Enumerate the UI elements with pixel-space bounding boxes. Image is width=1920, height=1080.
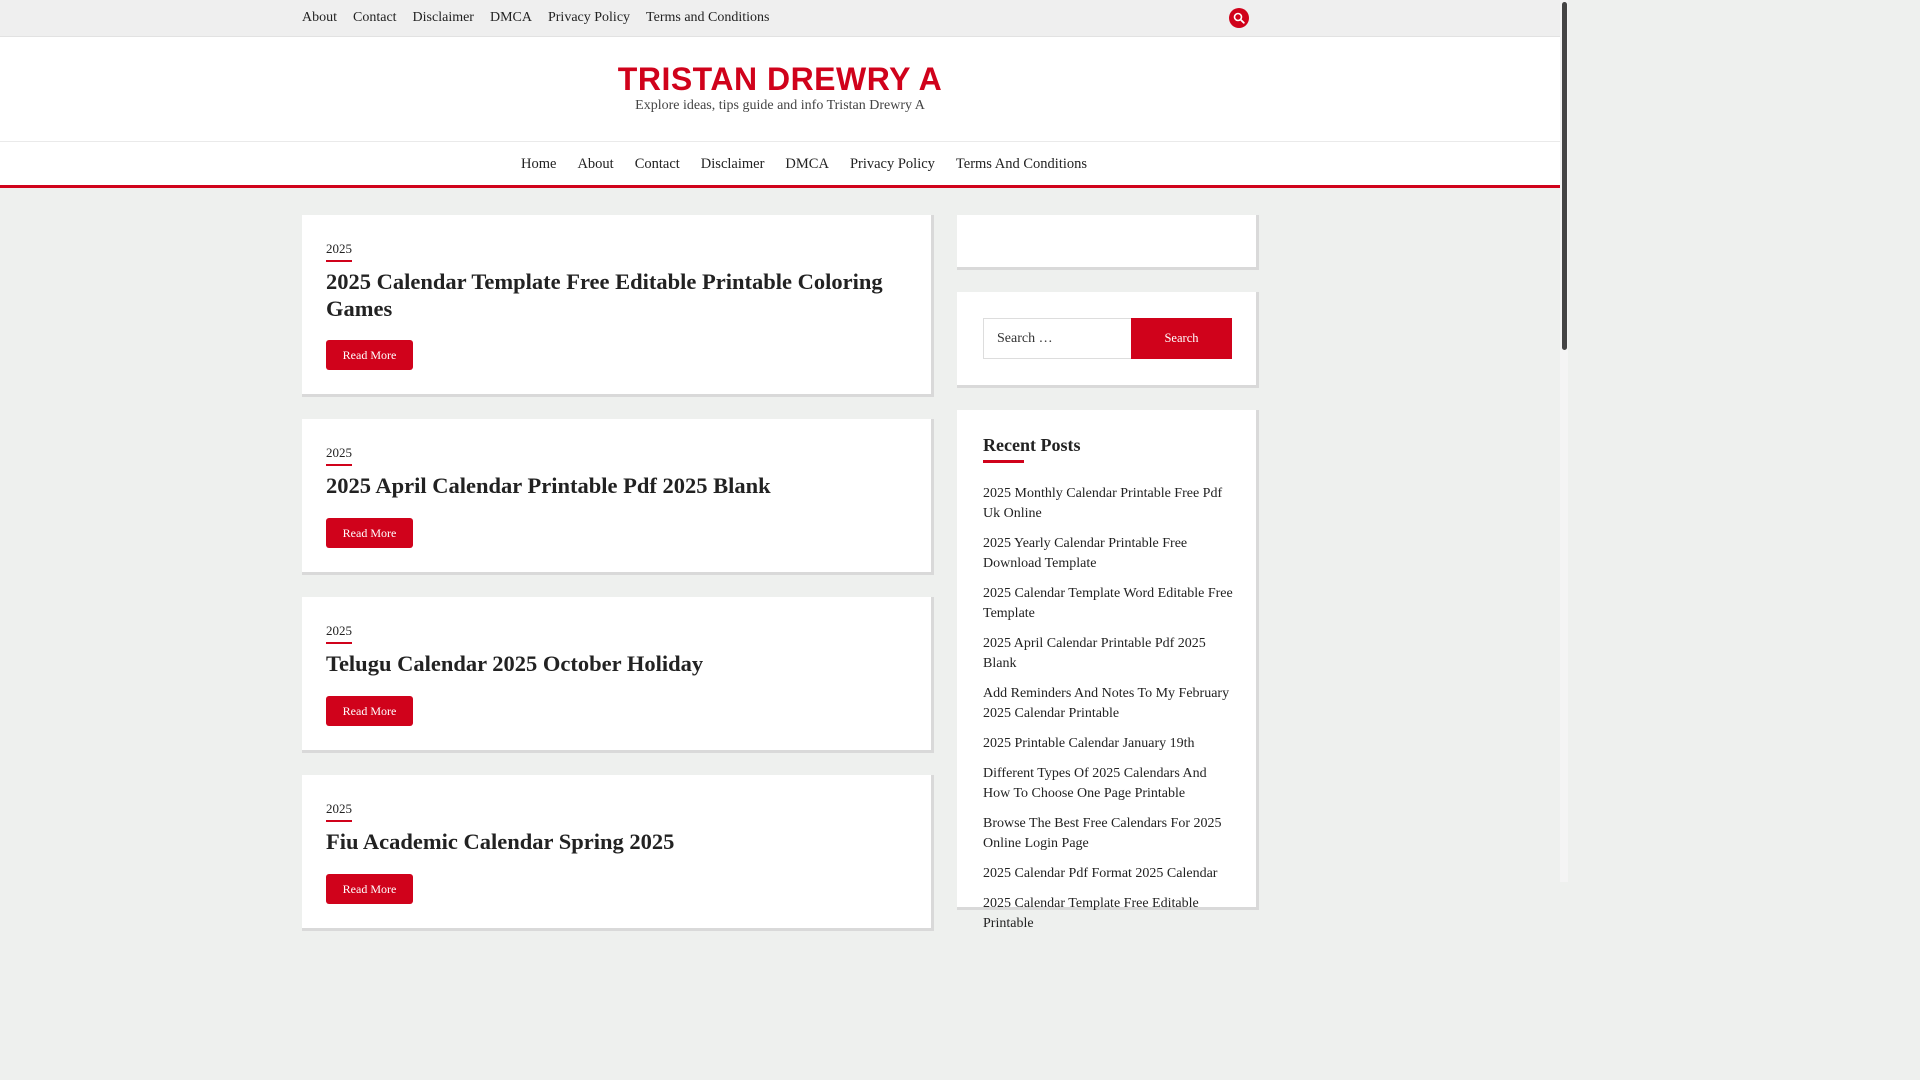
recent-post-link[interactable]: Add Reminders And Notes To My February 2… (983, 686, 1229, 721)
search-toggle-button[interactable] (1229, 8, 1249, 28)
recent-post-link[interactable]: 2025 Yearly Calendar Printable Free Down… (983, 536, 1187, 571)
search-icon (1233, 12, 1245, 24)
recent-post-link[interactable]: 2025 April Calendar Printable Pdf 2025 B… (983, 636, 1206, 671)
post-title[interactable]: 2025 Calendar Template Free Editable Pri… (326, 268, 891, 322)
top-nav-disclaimer[interactable]: Disclaimer (413, 10, 474, 26)
nav-dmca[interactable]: DMCA (785, 156, 829, 173)
top-nav: About Contact Disclaimer DMCA Privacy Po… (302, 10, 770, 26)
post-category[interactable]: 2025 (326, 445, 352, 466)
top-nav-terms[interactable]: Terms and Conditions (646, 10, 769, 26)
site-title[interactable]: TRISTAN DREWRY A (0, 61, 1560, 98)
recent-post-link[interactable]: 2025 Calendar Pdf Format 2025 Calendar (983, 866, 1217, 881)
empty-widget (957, 215, 1259, 270)
nav-terms[interactable]: Terms And Conditions (956, 156, 1087, 173)
post-card: 2025 2025 Calendar Template Free Editabl… (302, 215, 934, 397)
recent-post-link[interactable]: 2025 Calendar Template Word Editable Fre… (983, 586, 1233, 621)
recent-post-link[interactable]: 2025 Calendar Template Free Editable Pri… (983, 896, 1199, 931)
nav-about[interactable]: About (577, 156, 613, 173)
read-more-button[interactable]: Read More (326, 518, 413, 548)
post-title[interactable]: Telugu Calendar 2025 October Holiday (326, 650, 891, 677)
site-tagline: Explore ideas, tips guide and info Trist… (635, 98, 925, 113)
post-card: 2025 2025 April Calendar Printable Pdf 2… (302, 419, 934, 575)
top-nav-about[interactable]: About (302, 10, 337, 26)
post-category[interactable]: 2025 (326, 623, 352, 644)
post-category[interactable]: 2025 (326, 801, 352, 822)
nav-home[interactable]: Home (521, 156, 556, 173)
nav-privacy-policy[interactable]: Privacy Policy (850, 156, 935, 173)
read-more-button[interactable]: Read More (326, 874, 413, 904)
site-header: TRISTAN DREWRY A Explore ideas, tips gui… (0, 37, 1560, 141)
top-nav-dmca[interactable]: DMCA (490, 10, 532, 26)
post-title[interactable]: 2025 April Calendar Printable Pdf 2025 B… (326, 472, 891, 499)
search-input[interactable]: Search … (983, 318, 1132, 359)
top-bar: About Contact Disclaimer DMCA Privacy Po… (0, 0, 1560, 37)
recent-post-link[interactable]: Browse The Best Free Calendars For 2025 … (983, 816, 1221, 851)
top-nav-contact[interactable]: Contact (353, 10, 397, 26)
post-title[interactable]: Fiu Academic Calendar Spring 2025 (326, 828, 891, 855)
read-more-button[interactable]: Read More (326, 340, 413, 370)
search-button[interactable]: Search (1131, 318, 1232, 359)
post-card: 2025 Telugu Calendar 2025 October Holida… (302, 597, 934, 753)
nav-contact[interactable]: Contact (635, 156, 680, 173)
recent-posts-widget: Recent Posts 2025 Monthly Calendar Print… (957, 410, 1259, 931)
recent-post-link[interactable]: 2025 Printable Calendar January 19th (983, 736, 1195, 751)
recent-posts-list: 2025 Monthly Calendar Printable Free Pdf… (983, 484, 1233, 944)
search-widget: Search … Search (957, 292, 1259, 388)
recent-post-link[interactable]: Different Types Of 2025 Calendars And Ho… (983, 766, 1207, 801)
post-card: 2025 Fiu Academic Calendar Spring 2025 R… (302, 775, 934, 931)
recent-post-link[interactable]: 2025 Monthly Calendar Printable Free Pdf… (983, 486, 1222, 521)
title-underline (983, 460, 1024, 463)
nav-disclaimer[interactable]: Disclaimer (701, 156, 765, 173)
post-category[interactable]: 2025 (326, 241, 352, 262)
read-more-button[interactable]: Read More (326, 696, 413, 726)
top-nav-privacy-policy[interactable]: Privacy Policy (548, 10, 630, 26)
scrollbar-thumb[interactable] (1562, 2, 1567, 350)
recent-posts-title: Recent Posts (983, 435, 1081, 455)
main-nav: Home About Contact Disclaimer DMCA Priva… (0, 141, 1560, 188)
